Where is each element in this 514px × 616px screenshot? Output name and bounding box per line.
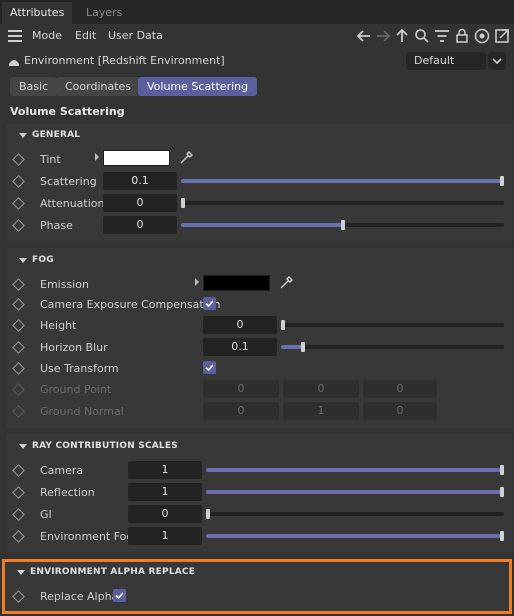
tab-basic[interactable]: Basic (10, 77, 58, 96)
ground-normal-x: 0 (203, 402, 279, 420)
eyedropper-icon[interactable] (278, 275, 294, 291)
phase-slider[interactable] (181, 220, 504, 230)
tint-color-swatch[interactable] (103, 150, 170, 166)
lock-icon[interactable] (453, 27, 471, 45)
target-icon[interactable] (473, 27, 491, 45)
arrow-right-icon[interactable] (374, 27, 392, 45)
slider-knob[interactable] (340, 220, 345, 230)
ground-normal-z: 0 (363, 402, 437, 420)
slider-knob[interactable] (281, 320, 285, 330)
arrow-left-icon[interactable] (355, 27, 373, 45)
highlight-frame (2, 559, 512, 614)
scattering-input[interactable]: 0.1 (103, 172, 177, 190)
triangle-right-icon[interactable] (195, 278, 199, 286)
scattering-label: Scattering (40, 175, 97, 188)
height-label: Height (40, 319, 77, 332)
tab-attributes[interactable]: Attributes (2, 2, 73, 24)
section-title: Volume Scattering (10, 105, 125, 118)
hamburger-icon[interactable] (8, 30, 22, 42)
object-header: Environment [Redshift Environment] Defau… (0, 50, 514, 72)
panel-tabs: Attributes Layers (0, 0, 514, 24)
menu-user-data[interactable]: User Data (108, 29, 163, 42)
tint-label: Tint (40, 153, 61, 166)
environment-fog-input[interactable]: 1 (128, 527, 202, 545)
ground-point-label: Ground Point (40, 383, 112, 396)
triangle-down-icon[interactable] (19, 444, 27, 449)
filter-icon[interactable] (433, 27, 451, 45)
group-header-fog[interactable]: FOG (19, 255, 54, 265)
environment-object-icon (8, 55, 20, 67)
camera-slider[interactable] (206, 465, 504, 475)
tab-layers[interactable]: Layers (78, 2, 130, 24)
menu-edit[interactable]: Edit (75, 29, 96, 42)
slider-knob[interactable] (500, 465, 504, 475)
search-icon[interactable] (413, 27, 431, 45)
horizon-blur-input[interactable]: 0.1 (203, 338, 277, 356)
camera-exposure-checkbox[interactable] (203, 297, 216, 310)
phase-input[interactable]: 0 (103, 216, 177, 234)
ground-point-x: 0 (203, 380, 279, 398)
use-transform-label: Use Transform (40, 362, 119, 375)
reflection-label: Reflection (40, 486, 95, 499)
attenuation-input[interactable]: 0 (103, 194, 177, 212)
height-input[interactable]: 0 (203, 316, 277, 334)
ground-point-z: 0 (363, 380, 437, 398)
environment-fog-slider[interactable] (206, 531, 504, 541)
triangle-right-icon[interactable] (95, 153, 99, 161)
gi-slider[interactable] (206, 509, 504, 519)
preset-dropdown[interactable]: Default (406, 52, 486, 70)
slider-knob[interactable] (206, 509, 210, 519)
group-header-general[interactable]: GENERAL (19, 130, 80, 140)
ground-normal-y: 1 (283, 402, 359, 420)
new-window-icon[interactable] (493, 27, 511, 45)
arrow-up-icon[interactable] (393, 27, 411, 45)
reflection-input[interactable]: 1 (128, 483, 202, 501)
menu-mode[interactable]: Mode (32, 29, 62, 42)
scattering-slider[interactable] (181, 176, 504, 186)
camera-label: Camera (40, 464, 84, 477)
attenuation-slider[interactable] (181, 198, 504, 208)
use-transform-checkbox[interactable] (203, 361, 216, 374)
triangle-down-icon[interactable] (19, 258, 27, 263)
slider-knob[interactable] (181, 198, 185, 208)
slider-knob[interactable] (500, 531, 504, 541)
ground-normal-label: Ground Normal (40, 405, 124, 418)
environment-fog-label: Environment Fog (40, 530, 134, 543)
horizon-blur-slider[interactable] (281, 342, 504, 352)
eyedropper-icon[interactable] (178, 150, 194, 166)
camera-exposure-label: Camera Exposure Compensation (40, 298, 221, 311)
tab-volume-scattering[interactable]: Volume Scattering (138, 77, 258, 96)
attenuation-label: Attenuation (40, 197, 105, 210)
camera-input[interactable]: 1 (128, 461, 202, 479)
menubar: Mode Edit User Data (0, 24, 514, 48)
triangle-down-icon[interactable] (19, 133, 27, 138)
ground-point-y: 0 (283, 380, 359, 398)
slider-knob[interactable] (500, 487, 504, 497)
reflection-slider[interactable] (206, 487, 504, 497)
group-header-ray[interactable]: RAY CONTRIBUTION SCALES (19, 441, 178, 451)
horizon-blur-label: Horizon Blur (40, 341, 108, 354)
tab-coordinates[interactable]: Coordinates (56, 77, 141, 96)
emission-color-swatch[interactable] (203, 275, 270, 291)
phase-label: Phase (40, 219, 73, 232)
height-slider[interactable] (281, 320, 504, 330)
object-title: Environment [Redshift Environment] (24, 54, 225, 67)
gi-input[interactable]: 0 (128, 505, 202, 523)
emission-label: Emission (40, 278, 89, 291)
slider-knob[interactable] (500, 176, 504, 186)
gi-label: GI (40, 508, 52, 521)
slider-knob[interactable] (301, 342, 306, 352)
chevron-down-icon[interactable] (488, 52, 506, 70)
